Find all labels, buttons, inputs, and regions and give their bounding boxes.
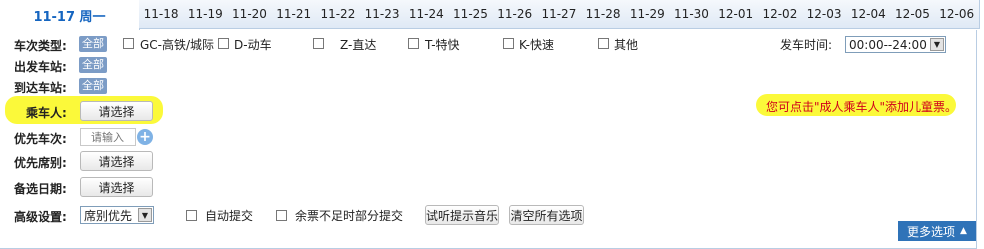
auto-submit-label: 自动提交 (205, 209, 254, 223)
tab-date[interactable]: 11-21 (271, 0, 317, 29)
checkbox-k[interactable] (503, 38, 514, 49)
train-type-all-button[interactable]: 全部 (79, 36, 107, 52)
more-options-button[interactable]: 更多选项 ▲ (898, 221, 976, 241)
child-ticket-notice: 您可点击"成人乘车人"添加儿童票。 (766, 100, 958, 114)
train-type-other-label: 其他 (614, 38, 639, 52)
add-icon[interactable]: + (137, 129, 153, 145)
priority-train-input[interactable] (80, 128, 136, 146)
depart-time-select[interactable]: 00:00--24:00 ▼ (845, 36, 946, 53)
tab-date[interactable]: 11-22 (315, 0, 361, 29)
backup-date-label: 备选日期: (14, 182, 67, 196)
checkbox-auto-submit[interactable] (186, 210, 197, 221)
checkbox-z[interactable] (313, 38, 324, 49)
tab-date[interactable]: 12-02 (757, 0, 803, 29)
checkbox-t[interactable] (408, 38, 419, 49)
train-type-d-label: D-动车 (234, 38, 272, 52)
checkbox-partial-submit[interactable] (276, 210, 287, 221)
chevron-down-icon: ▼ (138, 208, 152, 222)
train-type-label: 车次类型: (14, 39, 67, 53)
tab-date[interactable]: 11-26 (492, 0, 538, 29)
priority-seat-select-button[interactable]: 请选择 (80, 151, 153, 171)
arrive-station-all-button[interactable]: 全部 (79, 78, 107, 94)
train-type-t-label: T-特快 (425, 38, 460, 52)
train-type-gc-label: GC-高铁/城际 (140, 38, 215, 52)
tab-date[interactable]: 12-03 (802, 0, 848, 29)
tab-date[interactable]: 11-19 (183, 0, 229, 29)
tab-date[interactable]: 11-24 (404, 0, 450, 29)
tab-date[interactable]: 11-18 (139, 0, 185, 29)
passenger-label: 乘车人: (26, 106, 67, 120)
depart-station-all-button[interactable]: 全部 (79, 57, 107, 73)
tab-date[interactable]: 11-27 (536, 0, 582, 29)
depart-station-label: 出发车站: (14, 60, 67, 74)
checkbox-d[interactable] (218, 38, 229, 49)
tab-date[interactable]: 12-05 (890, 0, 936, 29)
backup-date-select-button[interactable]: 请选择 (80, 177, 153, 197)
date-tabs: 11-17 周一 11-18 11-19 11-20 11-21 11-22 11-23 1… (0, 0, 984, 30)
checkbox-other[interactable] (598, 38, 609, 49)
filter-panel: 车次类型: 全部 GC-高铁/城际 D-动车 Z-直达 T-特快 K-快速 其他… (0, 30, 977, 249)
passenger-select-button[interactable]: 请选择 (80, 101, 153, 121)
train-type-k-label: K-快速 (519, 38, 554, 52)
tab-date[interactable]: 11-28 (581, 0, 627, 29)
arrive-station-label: 到达车站: (14, 81, 67, 95)
tab-date[interactable]: 12-01 (713, 0, 759, 29)
test-music-button[interactable]: 试听提示音乐 (425, 205, 499, 225)
tab-date[interactable]: 11-23 (360, 0, 406, 29)
advanced-priority-value: 席别优先 (84, 208, 133, 223)
tab-date[interactable]: 11-29 (625, 0, 671, 29)
priority-train-label: 优先车次: (14, 132, 67, 146)
checkbox-gc[interactable] (123, 38, 134, 49)
depart-time-label: 发车时间: (780, 38, 833, 52)
clear-all-button[interactable]: 清空所有选项 (509, 205, 584, 225)
tab-active-date[interactable]: 11-17 周一 (0, 0, 140, 30)
tab-date[interactable]: 11-30 (669, 0, 715, 29)
chevron-down-icon: ▼ (930, 38, 944, 51)
chevron-up-icon: ▲ (960, 226, 967, 236)
priority-seat-label: 优先席别: (14, 156, 67, 170)
tab-date[interactable]: 12-06 (934, 0, 980, 29)
tab-date[interactable]: 12-04 (846, 0, 892, 29)
tab-date[interactable]: 11-20 (227, 0, 273, 29)
depart-time-value: 00:00--24:00 (849, 37, 927, 52)
partial-submit-label: 余票不足时部分提交 (295, 209, 404, 223)
tab-date[interactable]: 11-25 (448, 0, 494, 29)
train-type-z-label: Z-直达 (340, 38, 377, 52)
advanced-priority-select[interactable]: 席别优先 ▼ (80, 206, 154, 224)
advanced-settings-label: 高级设置: (14, 210, 67, 224)
more-options-label: 更多选项 (907, 224, 956, 239)
